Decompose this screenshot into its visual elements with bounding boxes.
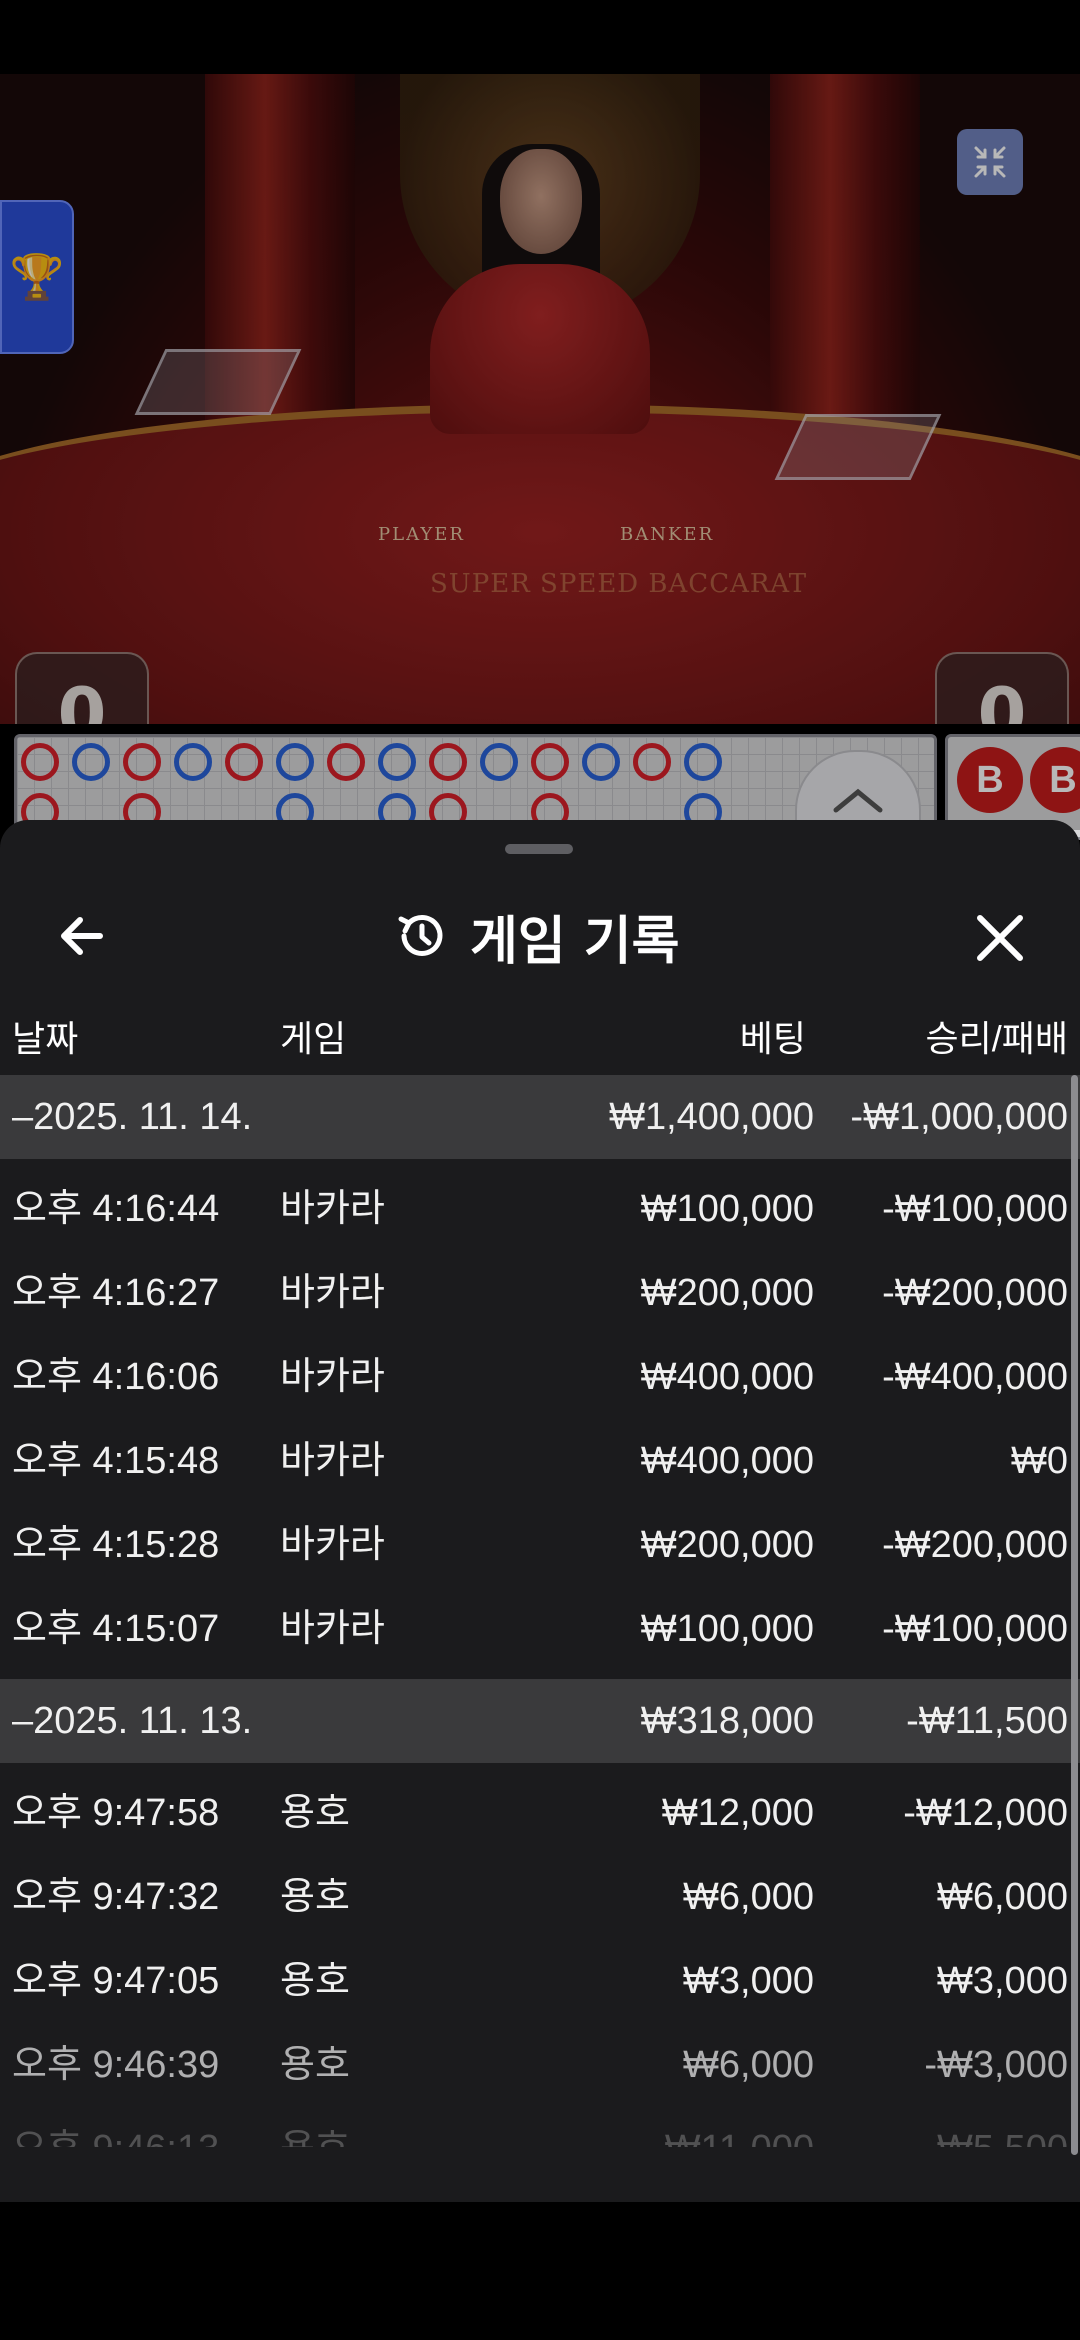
- row-result: -₩12,000: [903, 1792, 1068, 1834]
- row-time: 오후 9:47:58: [12, 1792, 220, 1834]
- row-time: 오후 9:46:39: [12, 2044, 220, 2086]
- row-result: -₩100,000: [882, 1188, 1068, 1230]
- row-bet: ₩12,000: [661, 1792, 814, 1834]
- overlay-dim: [0, 74, 1080, 830]
- history-row[interactable]: 오후 4:16:27 바카라 ₩200,000 -₩200,000: [0, 1251, 1080, 1335]
- history-list[interactable]: –2025. 11. 14. ₩1,400,000 -₩1,000,000 오후…: [0, 1075, 1080, 2147]
- column-header-date: 날짜: [12, 1018, 79, 1059]
- group-date: –2025. 11. 14.: [12, 1096, 253, 1138]
- group-result-total: -₩1,000,000: [850, 1096, 1068, 1138]
- close-icon: [977, 915, 1023, 961]
- date-group-row[interactable]: –2025. 11. 13. ₩318,000 -₩11,500: [0, 1679, 1080, 1763]
- row-time: 오후 4:15:28: [12, 1524, 220, 1566]
- close-button[interactable]: [970, 908, 1030, 968]
- back-button[interactable]: [54, 908, 110, 964]
- group-result-total: -₩11,500: [906, 1700, 1068, 1742]
- row-game: 바카라: [280, 1524, 385, 1566]
- history-row[interactable]: 오후 4:16:44 바카라 ₩100,000 -₩100,000: [0, 1167, 1080, 1251]
- row-game: 바카라: [280, 1356, 385, 1398]
- row-time: 오후 9:47:05: [12, 1960, 220, 2002]
- row-time: 오후 4:16:44: [12, 1188, 220, 1230]
- sheet-title: 게임 기록: [470, 911, 680, 972]
- row-time: 오후 4:16:27: [12, 1272, 220, 1314]
- row-game: 용호: [280, 2107, 350, 2147]
- row-bet: ₩100,000: [640, 1188, 814, 1230]
- status-bar: [0, 0, 1080, 74]
- row-bet: ₩400,000: [640, 1440, 814, 1482]
- history-row[interactable]: 오후 4:15:07 바카라 ₩100,000 -₩100,000: [0, 1587, 1080, 1671]
- row-bet: ₩3,000: [683, 1960, 814, 2002]
- row-result: -₩3,000: [924, 2044, 1068, 2086]
- row-bet: ₩200,000: [640, 1272, 814, 1314]
- column-header-result: 승리/패배: [925, 1018, 1068, 1059]
- row-time: 오후 9:46:13: [12, 2107, 219, 2147]
- row-bet: ₩100,000: [640, 1608, 814, 1650]
- history-row[interactable]: 오후 4:15:48 바카라 ₩400,000 ₩0: [0, 1419, 1080, 1503]
- row-result: ₩6,000: [937, 1876, 1068, 1918]
- group-bet-total: ₩1,400,000: [609, 1096, 814, 1138]
- row-result: ₩0: [1011, 1440, 1068, 1482]
- group-date: –2025. 11. 13.: [12, 1700, 253, 1742]
- row-result: -₩100,000: [882, 1608, 1068, 1650]
- navigation-bar: [0, 2202, 1080, 2340]
- row-result: -₩400,000: [882, 1356, 1068, 1398]
- history-row[interactable]: 오후 4:15:28 바카라 ₩200,000 -₩200,000: [0, 1503, 1080, 1587]
- row-game: 바카라: [280, 1608, 385, 1650]
- history-icon: [398, 914, 443, 956]
- row-time: 오후 4:15:07: [12, 1608, 220, 1650]
- row-bet: ₩6,000: [683, 2044, 814, 2086]
- sheet-title-group: 게임 기록: [392, 896, 679, 976]
- arrow-left-icon: [61, 917, 103, 955]
- game-history-sheet: 게임 기록 날짜 게임 베팅 승리/패배 –2025. 11. 14. ₩1,4…: [0, 820, 1080, 2202]
- row-game: 바카라: [280, 1272, 385, 1314]
- column-header-bet: 베팅: [739, 1018, 806, 1059]
- row-result: -₩200,000: [882, 1524, 1068, 1566]
- scrollbar[interactable]: [1071, 1075, 1078, 2155]
- row-result: ₩3,000: [937, 1960, 1068, 2002]
- history-row[interactable]: 오후 9:46:39 용호 ₩6,000 -₩3,000: [0, 2023, 1080, 2107]
- row-bet: ₩6,000: [683, 1876, 814, 1918]
- column-header-game: 게임: [280, 1018, 347, 1059]
- sheet-header: 게임 기록: [0, 860, 1080, 1000]
- row-game: 바카라: [280, 1188, 385, 1230]
- row-result: -₩5,500: [924, 2107, 1068, 2147]
- history-row[interactable]: 오후 4:16:06 바카라 ₩400,000 -₩400,000: [0, 1335, 1080, 1419]
- history-row[interactable]: 오후 9:47:32 용호 ₩6,000 ₩6,000: [0, 1855, 1080, 1939]
- row-bet: ₩11,000: [665, 2107, 814, 2147]
- drag-handle[interactable]: [505, 844, 573, 854]
- row-game: 용호: [280, 2044, 350, 2086]
- row-game: 용호: [280, 1960, 350, 2002]
- date-group-row[interactable]: –2025. 11. 14. ₩1,400,000 -₩1,000,000: [0, 1075, 1080, 1159]
- row-time: 오후 4:15:48: [12, 1440, 220, 1482]
- row-game: 용호: [280, 1792, 350, 1834]
- row-game: 용호: [280, 1876, 350, 1918]
- row-bet: ₩400,000: [640, 1356, 814, 1398]
- group-bet-total: ₩318,000: [640, 1700, 814, 1742]
- history-row[interactable]: 오후 9:46:13 용호 ₩11,000 -₩5,500: [0, 2107, 1080, 2147]
- history-row[interactable]: 오후 9:47:05 용호 ₩3,000 ₩3,000: [0, 1939, 1080, 2023]
- row-time: 오후 4:16:06: [12, 1356, 220, 1398]
- row-game: 바카라: [280, 1440, 385, 1482]
- history-row[interactable]: 오후 9:47:58 용호 ₩12,000 -₩12,000: [0, 1771, 1080, 1855]
- row-bet: ₩200,000: [640, 1524, 814, 1566]
- row-time: 오후 9:47:32: [12, 1876, 220, 1918]
- row-result: -₩200,000: [882, 1272, 1068, 1314]
